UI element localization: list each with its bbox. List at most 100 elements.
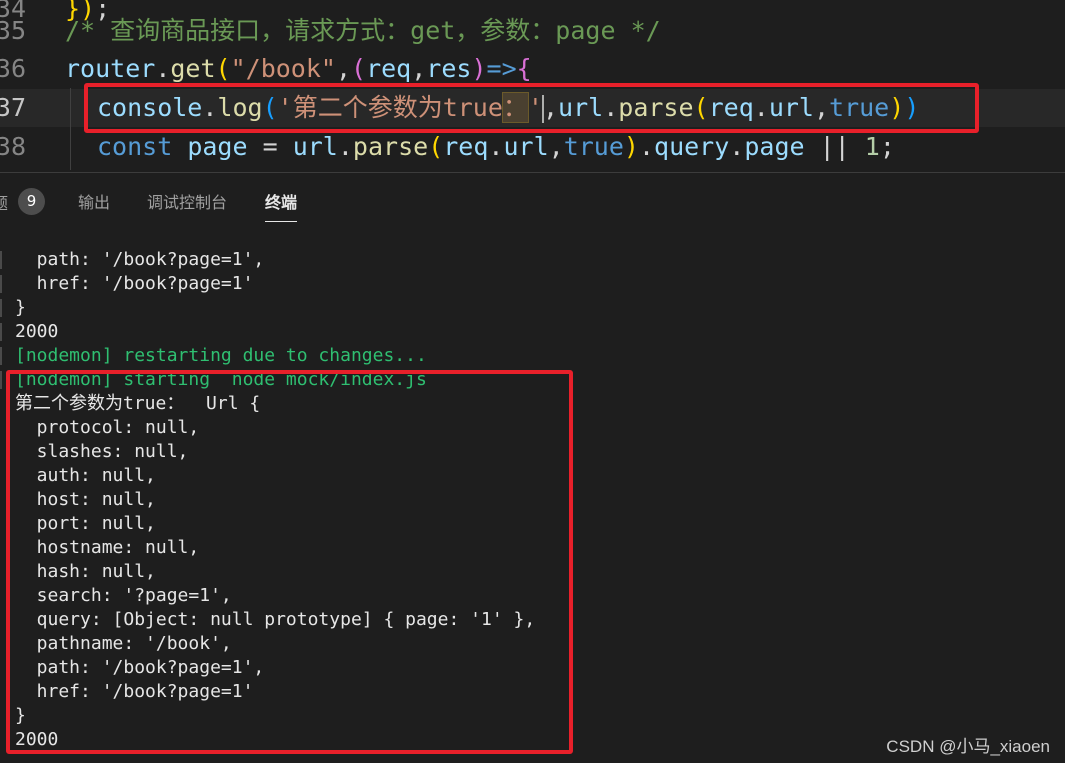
code-token: query	[654, 132, 730, 161]
tab-terminal[interactable]: 终端	[265, 190, 298, 222]
problems-count-badge: 9	[18, 188, 45, 215]
code-token: "/book"	[230, 54, 336, 83]
code-token: page	[187, 132, 248, 161]
code-token: .	[155, 54, 171, 83]
terminal-line: port: null,	[15, 513, 156, 534]
code-token: .	[729, 132, 745, 161]
gutter-mark	[0, 347, 2, 365]
code-token: .	[202, 93, 218, 122]
terminal-line: pathname: '/book',	[15, 633, 232, 654]
terminal-line: [nodemon] restarting due to changes...	[15, 345, 427, 366]
line-number: 35	[0, 16, 26, 45]
code-token: req	[708, 93, 754, 122]
terminal-line: query: [Object: null prototype] { page: …	[15, 609, 536, 630]
code-token: )	[889, 93, 905, 122]
code-token: req	[366, 54, 412, 83]
terminal-line: path: '/book?page=1',	[15, 249, 265, 270]
code-token: parse	[352, 132, 429, 161]
tab-debug-console[interactable]: 调试控制台	[147, 190, 227, 216]
code-token: ;	[879, 132, 895, 161]
line-number: 38	[0, 132, 26, 161]
gutter-mark	[0, 251, 2, 269]
code-token: (	[351, 54, 367, 83]
terminal-line: href: '/book?page=1'	[15, 681, 254, 702]
code-token: ,	[542, 93, 559, 122]
code-token: )	[904, 93, 920, 122]
terminal-panel[interactable]: path: '/book?page=1', href: '/book?page=…	[0, 232, 1065, 763]
code-token: (	[428, 132, 444, 161]
code-token: true	[563, 132, 624, 161]
code-token: .	[638, 132, 655, 161]
terminal-line: protocol: null,	[15, 417, 200, 438]
tab-output[interactable]: 输出	[78, 190, 110, 216]
watermark: CSDN @小马_xiaoen	[886, 737, 1050, 756]
code-token: get	[170, 54, 216, 83]
code-token: )	[623, 132, 639, 161]
code-token: .	[488, 132, 504, 161]
terminal-line: }	[15, 297, 26, 318]
code-text: console.log('第二个参数为true：',url.parse(req.…	[97, 89, 919, 127]
code-token: '第二个参数为true	[277, 93, 503, 122]
code-token: console	[97, 93, 203, 122]
code-token: url	[503, 132, 549, 161]
terminal-line: search: '?page=1',	[15, 585, 232, 606]
terminal-line: 第二个参数为true： Url {	[15, 393, 261, 414]
code-token: .	[337, 132, 353, 161]
code-text: /* 查询商品接口，请求方式：get，参数：page */	[65, 12, 661, 50]
gutter-mark	[0, 299, 2, 317]
code-line[interactable]: 38 const page = url.parse(req.url,true).q…	[0, 128, 1065, 166]
code-token: /* 查询商品接口，请求方式：get，参数：page */	[65, 16, 661, 45]
terminal-line: 2000	[15, 321, 59, 342]
code-line[interactable]: 35 /* 查询商品接口，请求方式：get，参数：page */	[0, 12, 1065, 50]
code-token: )	[471, 54, 487, 83]
code-token: =>	[486, 54, 517, 83]
code-text: router.get("/book",(req,res)=>{	[65, 50, 532, 88]
code-line[interactable]: 37 console.log('第二个参数为true：',url.parse(re…	[0, 89, 1065, 127]
code-text: const page = url.parse(req.url,true).que…	[97, 128, 895, 166]
code-token: ||	[804, 132, 865, 161]
terminal-line: href: '/book?page=1'	[15, 273, 254, 294]
gutter-mark	[0, 323, 2, 341]
code-token: .	[603, 93, 619, 122]
code-token: url	[292, 132, 338, 161]
code-token: (	[262, 93, 278, 122]
code-token: res	[426, 54, 472, 83]
terminal-line: hash: null,	[15, 561, 156, 582]
terminal-line: 2000	[15, 729, 59, 750]
line-number: 37	[0, 93, 26, 122]
code-token: url	[558, 93, 604, 122]
terminal-line: auth: null,	[15, 465, 156, 486]
code-token: ,	[813, 93, 830, 122]
code-token: parse	[618, 93, 694, 122]
terminal-line: hostname: null,	[15, 537, 200, 558]
terminal-line: }	[15, 705, 26, 726]
code-token: .	[753, 93, 769, 122]
code-token: router	[65, 54, 156, 83]
terminal-line: [nodemon] starting `node mock/index.js`	[15, 369, 438, 390]
tab-problems-partial[interactable]: 题	[0, 190, 8, 214]
code-token: '	[527, 93, 543, 122]
terminal-line: host: null,	[15, 489, 156, 510]
code-line[interactable]: 36 router.get("/book",(req,res)=>{	[0, 50, 1065, 88]
line-number: 36	[0, 54, 26, 83]
code-token: ：	[501, 92, 529, 123]
code-token: {	[516, 54, 532, 83]
terminal-line: slashes: null,	[15, 441, 189, 462]
code-token: req	[443, 132, 489, 161]
code-token: =	[247, 132, 293, 161]
gutter-mark	[0, 275, 2, 293]
code-token: 1	[864, 132, 880, 161]
code-token: ,	[411, 54, 427, 83]
code-token: const	[97, 132, 173, 161]
code-token: (	[215, 54, 231, 83]
code-token: page	[744, 132, 805, 161]
code-token: ,	[335, 54, 352, 83]
code-token: true	[829, 93, 890, 122]
terminal-line: path: '/book?page=1',	[15, 657, 265, 678]
code-token: ,	[548, 132, 564, 161]
gutter-mark	[0, 371, 2, 389]
code-token: (	[693, 93, 709, 122]
code-token: log	[217, 93, 263, 122]
code-editor[interactable]: 34}); 35/* 查询商品接口，请求方式：get，参数：page */36 ro…	[0, 0, 1065, 172]
